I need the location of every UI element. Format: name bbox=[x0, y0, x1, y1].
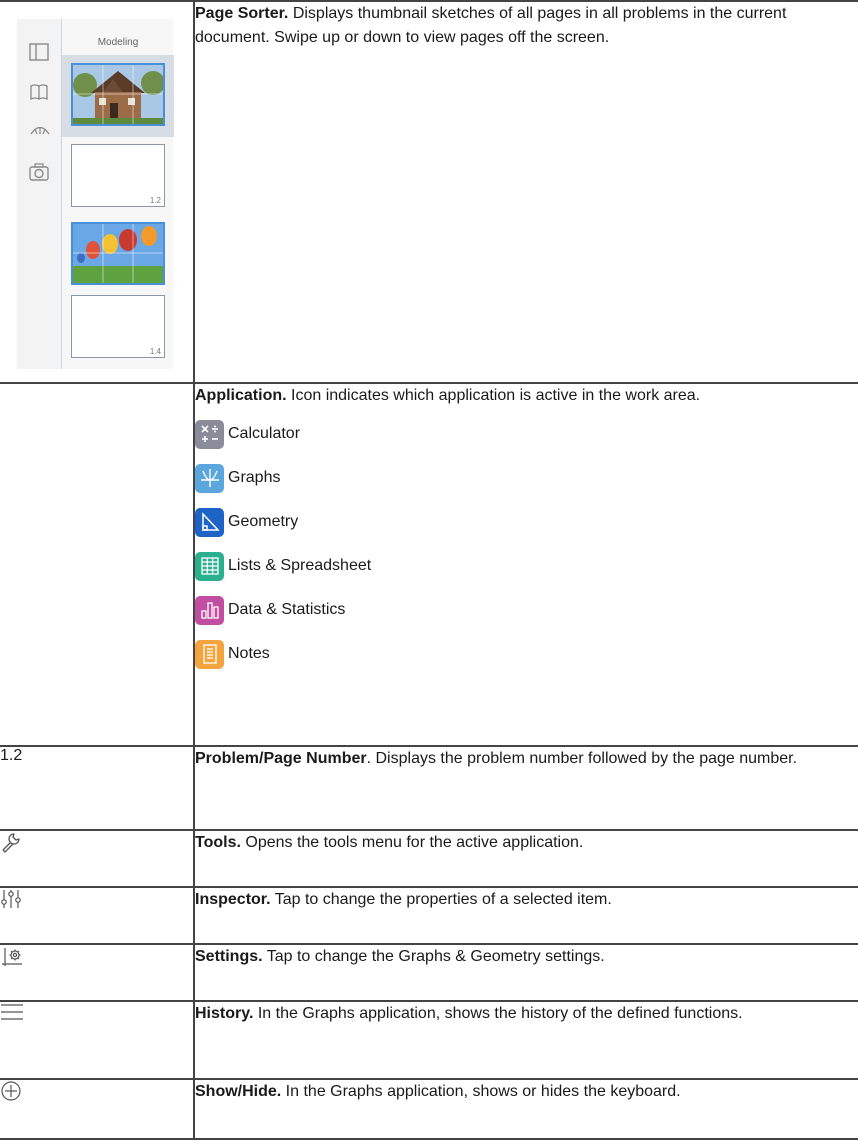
definition: Tap to change the Graphs & Geometry sett… bbox=[262, 948, 605, 965]
page-number-label: 1.2 bbox=[149, 196, 161, 205]
table-row: Tools. Opens the tools menu for the acti… bbox=[0, 829, 858, 888]
page-sorter-panel: Modeling 1.2 1.4 bbox=[17, 19, 174, 369]
list-item: Data & Statistics bbox=[195, 590, 858, 630]
app-label: Data & Statistics bbox=[228, 601, 346, 618]
document-title: Modeling bbox=[97, 37, 139, 48]
term: Problem/Page Number bbox=[195, 750, 367, 767]
list-item: Lists & Spreadsheet bbox=[195, 546, 858, 586]
camera-icon[interactable] bbox=[29, 163, 49, 183]
settings-description: Settings. Tap to change the Graphs & Geo… bbox=[194, 943, 858, 1002]
tools-description: Tools. Opens the tools menu for the acti… bbox=[194, 829, 858, 888]
history-description: History. In the Graphs application, show… bbox=[194, 1000, 858, 1080]
notes-icon bbox=[195, 639, 224, 669]
table-row: Settings. Tap to change the Graphs & Geo… bbox=[0, 943, 858, 1002]
definition: In the Graphs application, shows the his… bbox=[253, 1005, 743, 1022]
list-item: Calculator bbox=[195, 414, 858, 454]
page-sorter-description: Page Sorter. Displays thumbnail sketches… bbox=[194, 0, 858, 384]
application-description: Application. Icon indicates which applic… bbox=[194, 382, 858, 747]
app-label: Geometry bbox=[228, 513, 299, 530]
table-row: Show/Hide. In the Graphs application, sh… bbox=[0, 1078, 858, 1140]
graph-settings-icon bbox=[0, 948, 24, 971]
app-label: Graphs bbox=[228, 469, 281, 486]
show-hide-description: Show/Hide. In the Graphs application, sh… bbox=[194, 1078, 858, 1140]
page-thumbnail[interactable]: 1.4 bbox=[71, 295, 165, 358]
data-statistics-icon bbox=[195, 595, 224, 625]
page-thumbnail[interactable] bbox=[71, 222, 165, 285]
definition: In the Graphs application, shows or hide… bbox=[281, 1083, 681, 1100]
graphs-icon bbox=[195, 463, 224, 493]
sorter-icon-column bbox=[17, 19, 61, 369]
term: Application. bbox=[195, 387, 287, 404]
book-icon[interactable] bbox=[29, 83, 49, 103]
app-label: Notes bbox=[228, 645, 270, 662]
house-image bbox=[73, 65, 165, 124]
page-sorter-icon[interactable] bbox=[29, 43, 49, 63]
icon-cell bbox=[0, 886, 195, 945]
definition: Opens the tools menu for the active appl… bbox=[240, 834, 584, 851]
sliders-icon bbox=[0, 890, 22, 914]
definition: Tap to change the properties of a select… bbox=[270, 891, 612, 908]
page-thumbnail[interactable] bbox=[71, 63, 165, 126]
definition: . Displays the problem number followed b… bbox=[366, 750, 798, 767]
geometry-icon bbox=[195, 507, 224, 537]
term: Inspector. bbox=[195, 891, 271, 908]
plus-circle-icon bbox=[0, 1081, 22, 1106]
icon-cell bbox=[0, 829, 195, 888]
app-label: Calculator bbox=[228, 425, 301, 442]
scale-icon[interactable] bbox=[29, 123, 50, 143]
term: Tools. bbox=[195, 834, 241, 851]
calculator-icon bbox=[195, 419, 224, 449]
empty-cell bbox=[0, 382, 195, 747]
hamburger-icon bbox=[0, 1004, 24, 1026]
icon-cell bbox=[0, 943, 195, 1002]
page-thumbnail[interactable]: 1.2 bbox=[71, 144, 165, 207]
icon-cell bbox=[0, 1078, 195, 1140]
table-row: Inspector. Tap to change the properties … bbox=[0, 886, 858, 945]
page-sorter-preview-cell: Modeling 1.2 1.4 bbox=[0, 0, 195, 384]
definition: Icon indicates which application is acti… bbox=[286, 387, 701, 404]
table-row: 1.2 Problem/Page Number. Displays the pr… bbox=[0, 745, 858, 831]
list-item: Notes bbox=[195, 634, 858, 674]
hot-air-balloons-image bbox=[73, 224, 163, 283]
problem-page-description: Problem/Page Number. Displays the proble… bbox=[194, 745, 858, 831]
table-row: Modeling 1.2 1.4 Page Sorter. Displays t… bbox=[0, 0, 858, 384]
inspector-description: Inspector. Tap to change the properties … bbox=[194, 886, 858, 945]
list-item: Graphs bbox=[195, 458, 858, 498]
reference-table: Modeling 1.2 1.4 Page Sorter. Displays t… bbox=[0, 0, 858, 1140]
table-row: Application. Icon indicates which applic… bbox=[0, 382, 858, 747]
term: History. bbox=[195, 1005, 254, 1022]
wrench-icon bbox=[0, 833, 22, 857]
problem-page-number: 1.2 bbox=[0, 745, 195, 831]
application-list: Calculator Graphs Geometry Lists & Sprea… bbox=[195, 414, 858, 674]
spreadsheet-icon bbox=[195, 551, 224, 581]
term: Settings. bbox=[195, 948, 263, 965]
page-number-label: 1.4 bbox=[149, 347, 161, 356]
term: Show/Hide. bbox=[195, 1083, 282, 1100]
table-row: History. In the Graphs application, show… bbox=[0, 1000, 858, 1080]
thumbnail-column: Modeling 1.2 1.4 bbox=[61, 19, 174, 369]
icon-cell bbox=[0, 1000, 195, 1080]
list-item: Geometry bbox=[195, 502, 858, 542]
app-label: Lists & Spreadsheet bbox=[228, 557, 372, 574]
term: Page Sorter. bbox=[195, 5, 289, 22]
